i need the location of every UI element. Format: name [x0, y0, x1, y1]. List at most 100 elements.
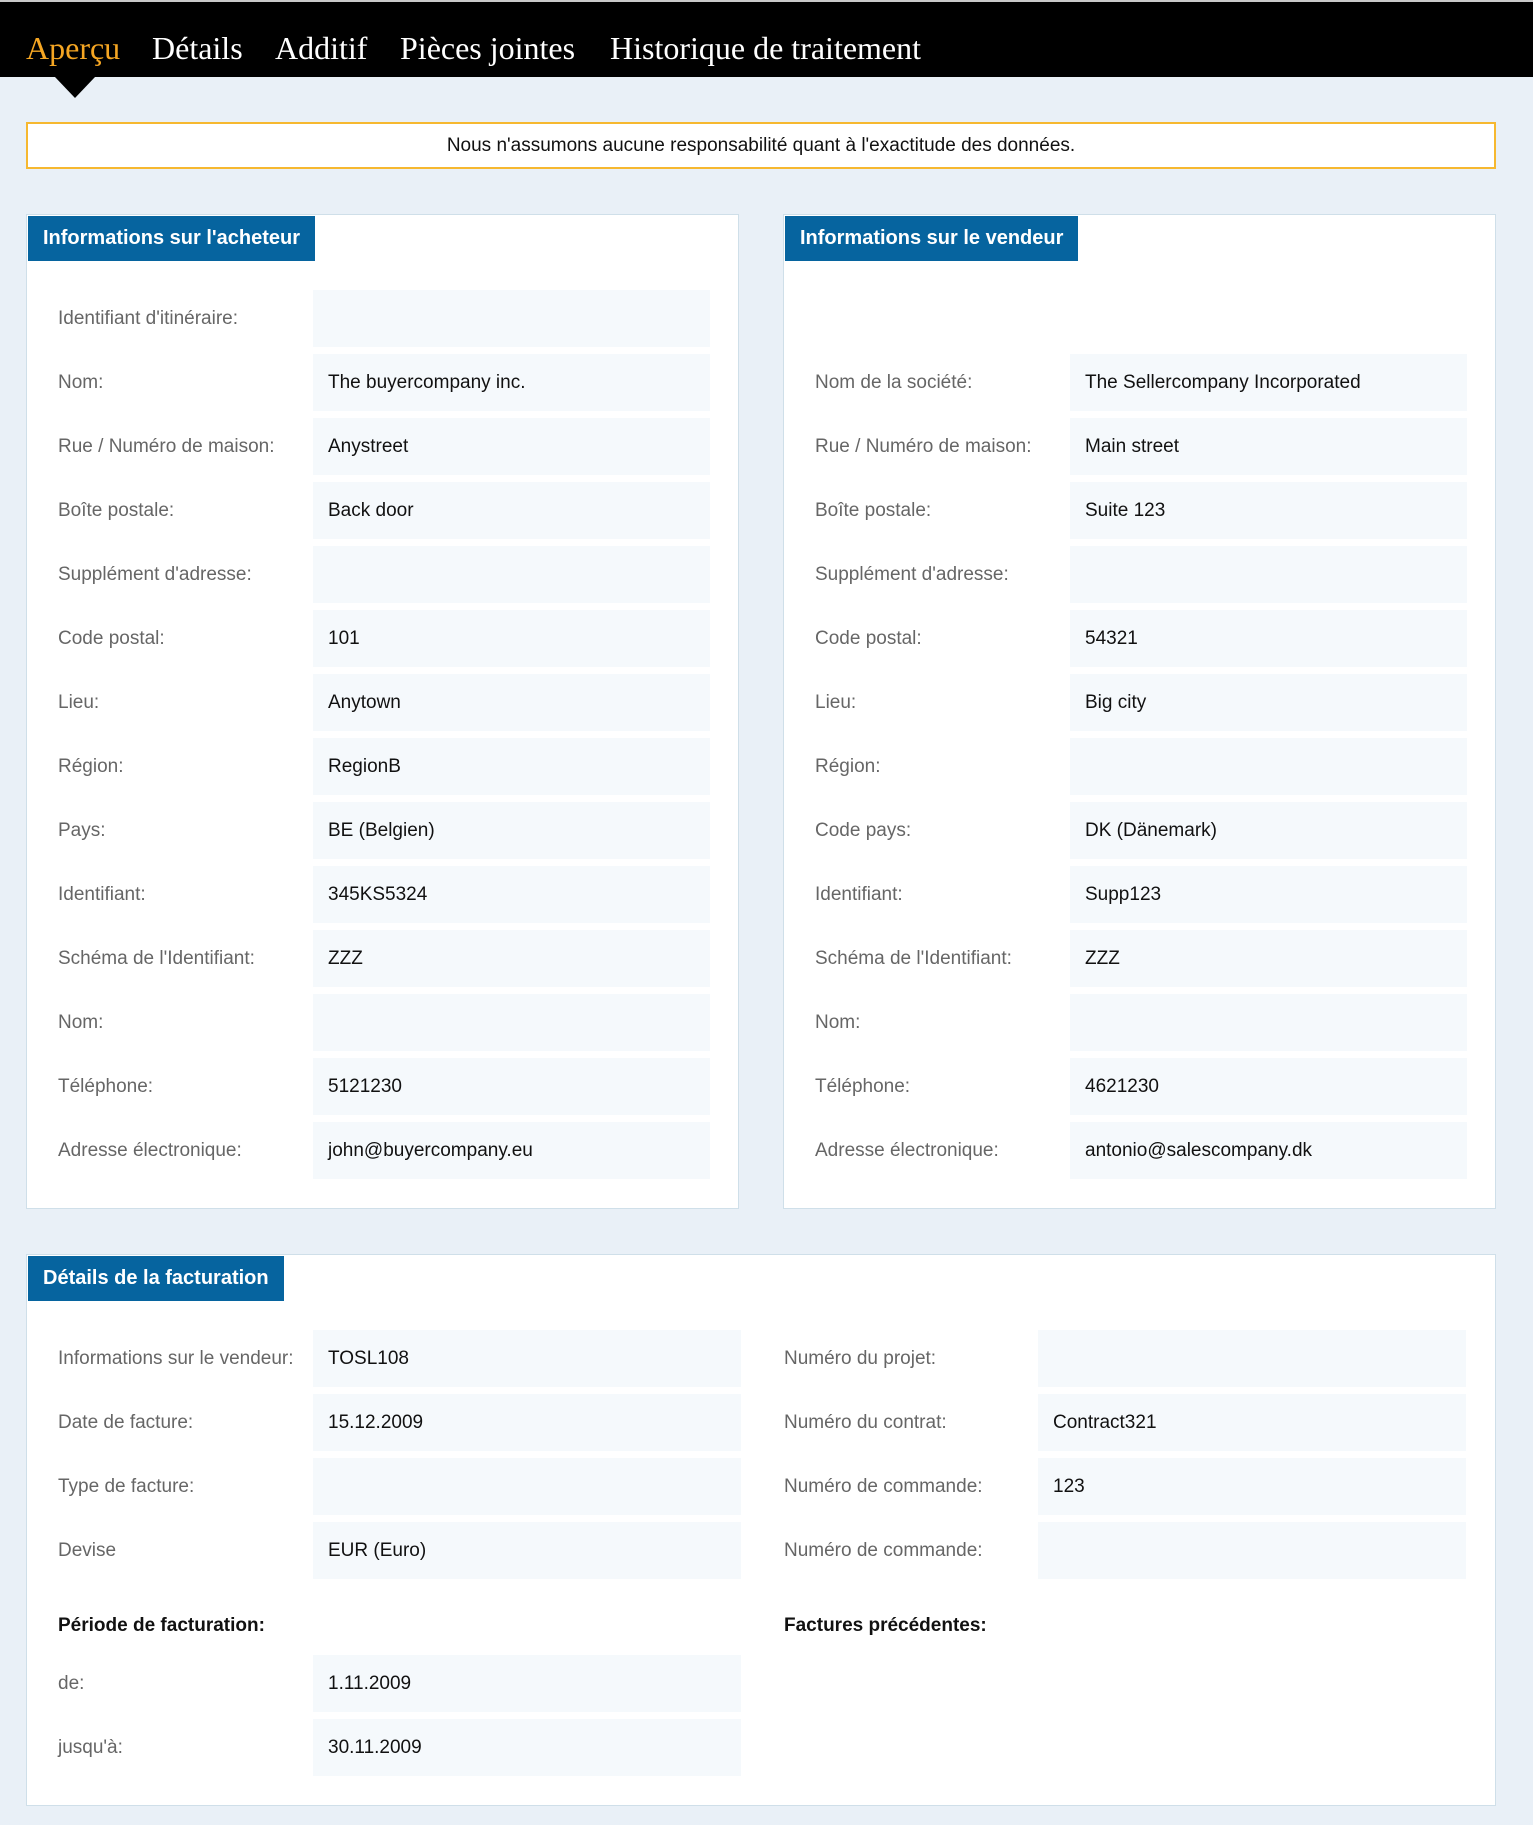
field-value: Anystreet	[313, 418, 710, 475]
billing-details-header: Détails de la facturation	[28, 1256, 284, 1301]
field-value: BE (Belgien)	[313, 802, 710, 859]
field-value: 123	[1038, 1458, 1466, 1515]
field-label: Code postal:	[815, 628, 922, 649]
buyer-info-header: Informations sur l'acheteur	[28, 216, 316, 261]
field-label: Adresse électronique:	[58, 1140, 242, 1161]
seller-info-card: Informations sur le vendeur Nom de la so…	[783, 214, 1496, 1209]
field-label: Boîte postale:	[815, 500, 932, 521]
seller-field-row: Identifiant: Supp123	[815, 866, 1467, 923]
disclaimer-notice: Nous n'assumons aucune responsabilité qu…	[26, 122, 1496, 169]
field-label: Identifiant d'itinéraire:	[58, 308, 239, 329]
field-label: Identifiant:	[815, 884, 903, 905]
seller-field-row: Région:	[815, 738, 1467, 795]
tab-apercu[interactable]: Aperçu	[26, 28, 120, 68]
field-label: Pays:	[58, 820, 106, 841]
billing-period-row: de: 1.11.2009	[58, 1655, 741, 1712]
field-value: Suite 123	[1070, 482, 1467, 539]
field-value	[313, 290, 710, 347]
field-label: Schéma de l'Identifiant:	[58, 948, 255, 969]
tab-pieces-jointes[interactable]: Pièces jointes	[400, 28, 575, 68]
field-value	[313, 1458, 741, 1515]
field-label: Nom:	[815, 1012, 861, 1033]
field-label: Numéro de commande:	[784, 1540, 983, 1561]
field-label: Numéro de commande:	[784, 1476, 983, 1497]
field-label: Code pays:	[815, 820, 912, 841]
billing-details-card: Détails de la facturation Informations s…	[26, 1254, 1496, 1806]
field-value: 101	[313, 610, 710, 667]
field-label: Supplément d'adresse:	[815, 564, 1009, 585]
field-value: john@buyercompany.eu	[313, 1122, 710, 1179]
buyer-field-row: Rue / Numéro de maison: Anystreet	[58, 418, 710, 475]
field-label: jusqu'à:	[58, 1737, 123, 1758]
billing-field-row: Devise EUR (Euro)	[58, 1522, 741, 1579]
field-value: Supp123	[1070, 866, 1467, 923]
buyer-field-row: Nom: The buyercompany inc.	[58, 354, 710, 411]
field-value: Main street	[1070, 418, 1467, 475]
billing-field-row: Date de facture: 15.12.2009	[58, 1394, 741, 1451]
tab-bar: Aperçu Détails Additif Pièces jointes Hi…	[0, 2, 1533, 77]
buyer-field-row: Identifiant d'itinéraire:	[58, 290, 710, 347]
field-label: Téléphone:	[815, 1076, 911, 1097]
previous-invoices-heading: Factures précédentes:	[784, 1615, 987, 1636]
field-label: Adresse électronique:	[815, 1140, 999, 1161]
buyer-field-row: Région: RegionB	[58, 738, 710, 795]
billing-field-row: Numéro du projet:	[784, 1330, 1466, 1387]
seller-field-row: Adresse électronique: antonio@salescompan…	[815, 1122, 1467, 1179]
buyer-field-row: Téléphone: 5121230	[58, 1058, 710, 1115]
field-label: Boîte postale:	[58, 500, 175, 521]
seller-field-row: Téléphone: 4621230	[815, 1058, 1467, 1115]
billing-field-row: Numéro de commande:	[784, 1522, 1466, 1579]
field-value	[1038, 1522, 1466, 1579]
billing-period-heading: Période de facturation:	[58, 1615, 265, 1636]
field-label: Date de facture:	[58, 1412, 194, 1433]
buyer-field-row: Supplément d'adresse:	[58, 546, 710, 603]
billing-period-row: jusqu'à: 30.11.2009	[58, 1719, 741, 1776]
field-value: antonio@salescompany.dk	[1070, 1122, 1467, 1179]
field-label: Nom:	[58, 372, 104, 393]
field-label: Code postal:	[58, 628, 165, 649]
field-value: 54321	[1070, 610, 1467, 667]
seller-field-row: Lieu: Big city	[815, 674, 1467, 731]
buyer-info-card: Informations sur l'acheteur Identifiant …	[26, 214, 739, 1209]
field-value: Contract321	[1038, 1394, 1466, 1451]
seller-info-header: Informations sur le vendeur	[785, 216, 1079, 261]
billing-field-row: Type de facture:	[58, 1458, 741, 1515]
field-label: Nom:	[58, 1012, 104, 1033]
field-label: Numéro du contrat:	[784, 1412, 947, 1433]
field-label: Région:	[815, 756, 881, 777]
tab-additif[interactable]: Additif	[275, 28, 367, 68]
field-label: Numéro du projet:	[784, 1348, 937, 1369]
field-value	[313, 546, 710, 603]
field-value: 5121230	[313, 1058, 710, 1115]
buyer-field-row: Boîte postale: Back door	[58, 482, 710, 539]
field-value: ZZZ	[313, 930, 710, 987]
field-label: Nom de la société:	[815, 372, 973, 393]
field-value	[1070, 738, 1467, 795]
field-label: Informations sur le vendeur:	[58, 1348, 294, 1369]
field-value: 1.11.2009	[313, 1655, 741, 1712]
tab-historique[interactable]: Historique de traitement	[610, 28, 921, 68]
field-value: DK (Dänemark)	[1070, 802, 1467, 859]
field-label: Supplément d'adresse:	[58, 564, 252, 585]
buyer-field-row: Identifiant: 345KS5324	[58, 866, 710, 923]
field-value	[1070, 546, 1467, 603]
seller-field-row: Code pays: DK (Dänemark)	[815, 802, 1467, 859]
field-label: Schéma de l'Identifiant:	[815, 948, 1012, 969]
field-value: EUR (Euro)	[313, 1522, 741, 1579]
seller-field-row: Nom de la société: The Sellercompany Inco…	[815, 354, 1467, 411]
field-value: 30.11.2009	[313, 1719, 741, 1776]
billing-field-row: Numéro du contrat: Contract321	[784, 1394, 1466, 1451]
field-value: The buyercompany inc.	[313, 354, 710, 411]
tab-details[interactable]: Détails	[152, 28, 243, 68]
field-value: Anytown	[313, 674, 710, 731]
field-label: Type de facture:	[58, 1476, 195, 1497]
field-value: ZZZ	[1070, 930, 1467, 987]
buyer-field-row: Nom:	[58, 994, 710, 1051]
field-label: Rue / Numéro de maison:	[815, 436, 1032, 457]
seller-field-row: Boîte postale: Suite 123	[815, 482, 1467, 539]
seller-field-row: Supplément d'adresse:	[815, 546, 1467, 603]
field-value	[1038, 1330, 1466, 1387]
field-label: Lieu:	[58, 692, 100, 713]
field-label: Devise	[58, 1540, 117, 1561]
seller-field-row: Nom:	[815, 994, 1467, 1051]
